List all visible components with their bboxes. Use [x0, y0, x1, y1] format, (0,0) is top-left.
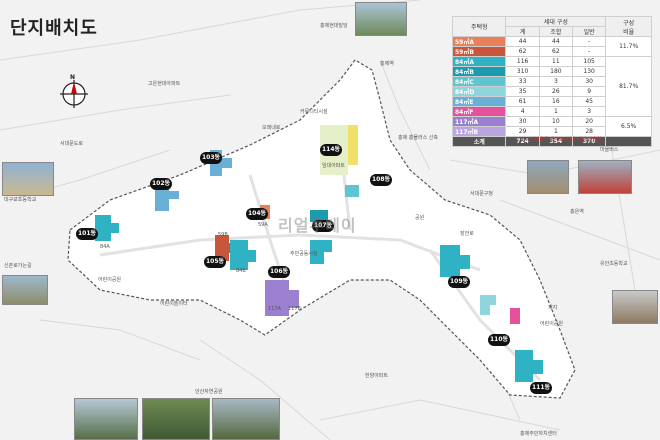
building-102: 102동: [150, 178, 172, 190]
label-seodaemun: 서대문구청: [470, 191, 494, 197]
table-row: 84㎡A 116 11 105 81.7%: [451, 56, 652, 117]
building-101: 101동: [76, 228, 98, 240]
label-gogeon-apt: 고은현대아파트: [148, 81, 181, 87]
compass-label: N: [70, 74, 76, 81]
header-ratio: 구성 비율: [605, 16, 652, 37]
label-sinchon-road: 신촌로가는길: [4, 263, 32, 269]
photo-ansan-3: [212, 398, 280, 440]
page-title: 단지배치도: [10, 18, 98, 39]
label-children-park1: 어린이공원: [98, 277, 122, 283]
unit-type-table: 주택형 세대 구성 구성 비율 계 조합 일반 59㎡A 44 44-11.7% 59㎡…: [451, 16, 652, 147]
label-rental: 임대아파트: [322, 163, 346, 169]
table-row: 117㎡A 30 10 20 6.5%: [451, 116, 652, 137]
building-103: 103동: [200, 152, 222, 164]
photo-road-west: [2, 275, 48, 305]
ratio-cell: 81.7%: [605, 56, 652, 117]
building-114: 114동: [320, 144, 342, 156]
label-play: 어린이놀이터: [160, 301, 188, 307]
label-84a: 84A: [100, 244, 110, 250]
ratio-cell: 6.5%: [605, 116, 652, 137]
label-bus: 마을버스: [600, 147, 619, 153]
photo-bus-east: [578, 160, 632, 194]
label-welfare-center: 홍제주민자치센터: [520, 431, 557, 437]
photo-daegu-school: [2, 162, 54, 196]
label-117b: 117B: [288, 306, 301, 312]
label-community: 커뮤니티시설: [300, 109, 328, 115]
label-area-a: 서대문도로: [60, 141, 84, 147]
header-units: 세대 구성: [505, 16, 607, 27]
photo-house-east: [612, 290, 658, 324]
table-row: 59㎡A 44 44-11.7%: [451, 36, 652, 57]
label-117a: 117A: [268, 306, 281, 312]
building-106: 106동: [268, 266, 290, 278]
label-hongje-station: 홍제역: [380, 61, 394, 67]
label-hongeun-station: 홍은역: [570, 209, 584, 215]
label-yuan-school: 유안초등학교: [600, 261, 628, 267]
label-ansan-park: 안산자연공원: [195, 389, 223, 395]
table-note: ※ 구성비율은 총 906세대 대비 비율임: [520, 137, 602, 143]
label-nursery: 주민공동시설: [290, 251, 318, 257]
building-105: 105동: [204, 256, 226, 268]
label-84b: 84B: [236, 268, 246, 274]
photo-ansan-1: [74, 398, 138, 440]
building-109: 109동: [448, 276, 470, 288]
photo-station-east: [527, 160, 569, 194]
watermark: 리얼투데이: [278, 216, 357, 235]
label-park: 공원: [415, 215, 425, 221]
label-hongje-building: 홍제현대빌딩: [320, 23, 348, 29]
label-moraenae-road: 모래내로: [262, 125, 281, 131]
label-59a: 59A: [258, 222, 268, 228]
building-108: 108동: [370, 174, 392, 186]
building-111: 111동: [530, 382, 552, 394]
building-110: 110동: [488, 334, 510, 346]
photo-ansan-2: [142, 398, 210, 440]
label-jangan: 장안로: [460, 231, 474, 237]
subheader-total: 계: [505, 26, 540, 37]
ratio-cell: 11.7%: [605, 36, 652, 57]
photo-hongje-building: [355, 2, 407, 36]
header-type: 주택형: [451, 16, 507, 37]
label-59b: 59B: [218, 232, 228, 238]
subheader-general: 일반: [571, 26, 607, 37]
label-daegu-school: 대구교초등학교: [4, 197, 37, 203]
label-children-park2: 어린이공원: [540, 321, 564, 327]
subheader-union: 조합: [538, 26, 574, 37]
building-104: 104동: [246, 208, 268, 220]
label-hongje-church: 홍제 홍몰러스 신축: [398, 135, 438, 141]
label-jang-ban: 재지: [548, 305, 558, 311]
label-hyundai-apt: 한양아파트: [365, 373, 389, 379]
